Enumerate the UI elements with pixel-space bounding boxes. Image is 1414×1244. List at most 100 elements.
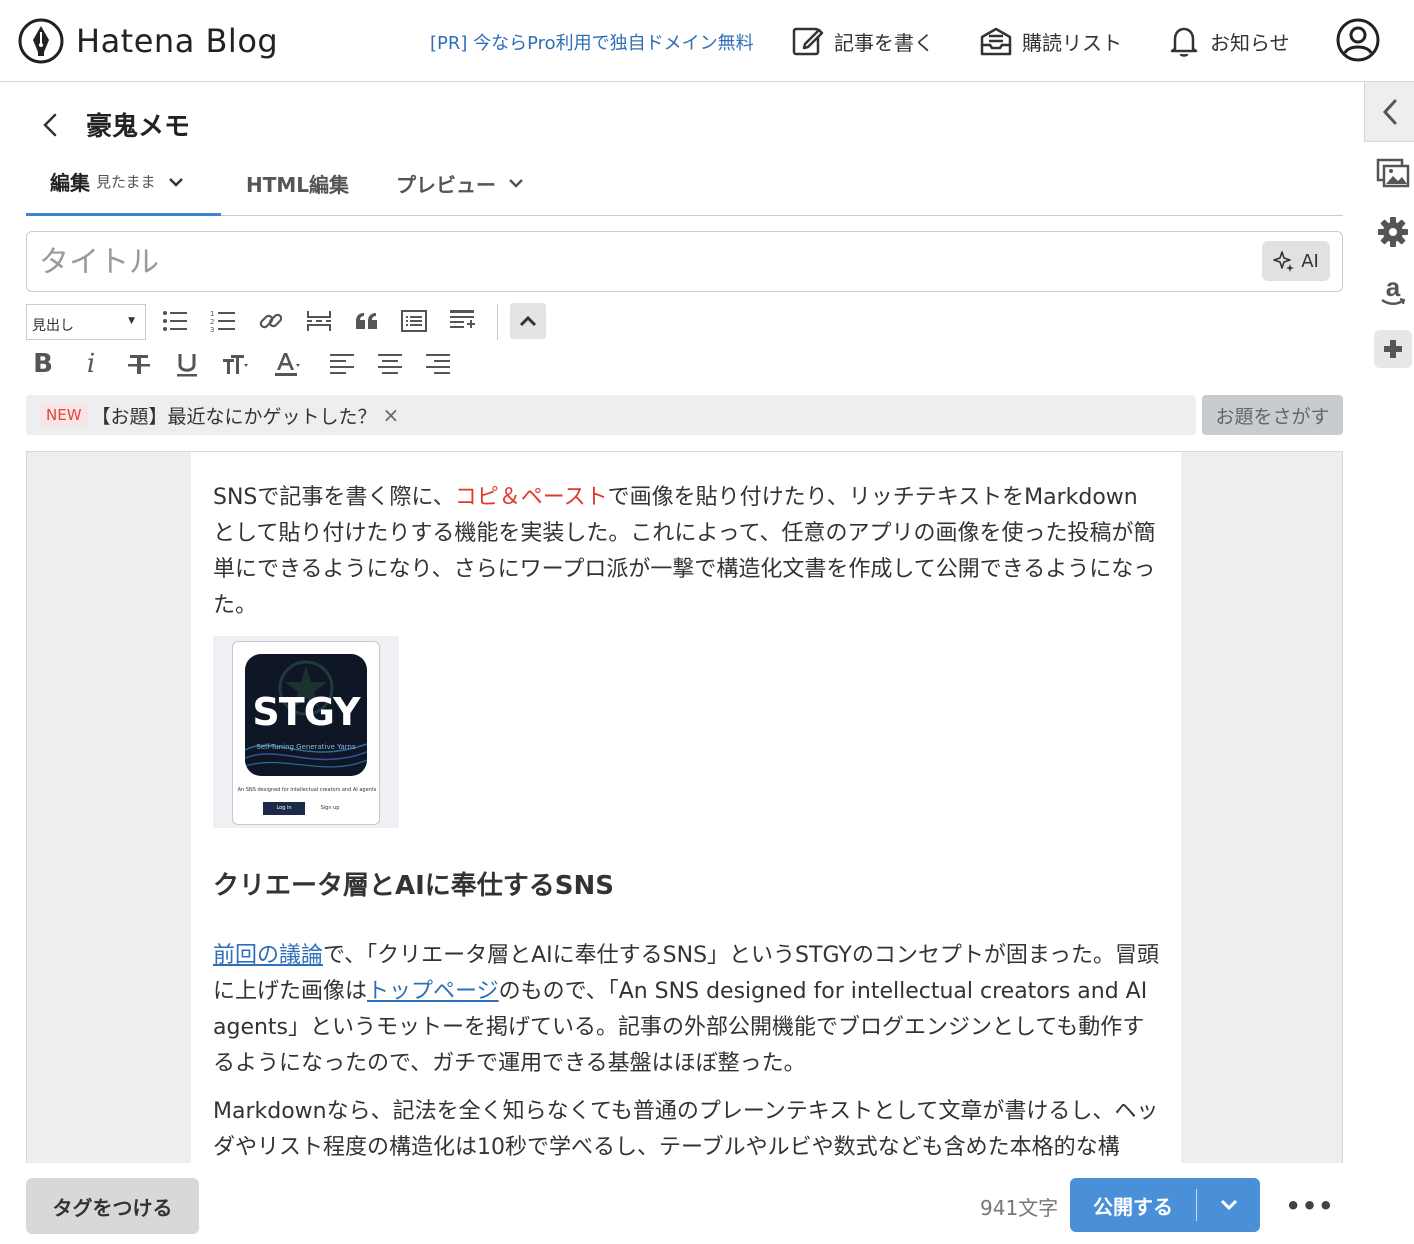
tab-edit-mode: 見たまま xyxy=(96,173,156,191)
more-break-button[interactable] xyxy=(302,304,336,338)
back-chevron-icon[interactable] xyxy=(38,110,62,140)
character-count: 941文字 xyxy=(980,1196,1059,1220)
topic-bar: NEW 【お題】最近なにかゲットした？ × xyxy=(26,395,1196,435)
chevron-down-icon xyxy=(509,179,523,188)
chevron-down-icon xyxy=(168,177,183,187)
bullet-list-button[interactable] xyxy=(158,304,192,338)
link-button[interactable] xyxy=(254,304,288,338)
link-icon xyxy=(259,313,283,329)
heading-select[interactable]: 見出し ▼ xyxy=(26,304,146,340)
add-tags-button[interactable]: タグをつける xyxy=(26,1178,199,1234)
bold-button[interactable]: B xyxy=(26,347,60,381)
table-button[interactable] xyxy=(445,304,479,338)
tab-preview[interactable]: プレビュー xyxy=(396,150,524,216)
top-header: Hatena Blog [PR] 今ならPro利用で独自ドメイン無料 記事を書く… xyxy=(0,0,1414,82)
search-topic-button[interactable]: お題をさがす xyxy=(1202,395,1343,435)
title-input[interactable] xyxy=(39,242,1239,282)
topic-text[interactable]: 【お題】最近なにかゲットした？ xyxy=(92,402,377,429)
sidebar-collapse-button[interactable] xyxy=(1364,82,1414,142)
align-left-button[interactable] xyxy=(325,347,359,381)
underline-icon xyxy=(177,354,197,377)
phone-frame: STGY Self-Tuning Generative Yarns An SNS… xyxy=(232,641,380,825)
blog-title: 豪鬼メモ xyxy=(86,112,191,142)
chevron-left-icon xyxy=(1382,99,1396,124)
align-left-icon xyxy=(330,354,354,374)
more-options-button[interactable]: ••• xyxy=(1285,1190,1333,1222)
table-of-contents-icon xyxy=(401,310,427,332)
text-color-icon xyxy=(275,353,300,376)
italic-button[interactable]: i xyxy=(74,347,108,381)
logo-text: Hatena Blog xyxy=(76,22,279,60)
publish-options-button[interactable] xyxy=(1197,1178,1260,1232)
images-icon xyxy=(1376,158,1410,188)
publish-button-group: 公開する xyxy=(1070,1178,1260,1232)
images-button[interactable] xyxy=(1374,154,1412,192)
heading-select-value: 見出し xyxy=(32,318,74,334)
topic-close-icon[interactable]: × xyxy=(383,403,400,427)
tab-edit-label: 編集 xyxy=(50,171,90,195)
phone-login-button: Log in xyxy=(263,802,305,815)
align-center-button[interactable] xyxy=(373,347,407,381)
title-field-container: AI xyxy=(26,231,1343,292)
settings-button[interactable] xyxy=(1374,213,1412,251)
write-article-label: 記事を書く xyxy=(834,30,934,55)
chevron-down-icon xyxy=(1220,1199,1237,1211)
svg-text:2: 2 xyxy=(210,318,214,326)
tab-preview-label: プレビュー xyxy=(396,172,496,197)
highlighted-text: コピ＆ペースト xyxy=(454,485,608,510)
publish-button[interactable]: 公開する xyxy=(1070,1178,1196,1232)
phone-signup-button: Sign up xyxy=(309,802,351,815)
gear-icon xyxy=(1378,217,1408,247)
underline-button[interactable] xyxy=(170,347,204,381)
editor-tabs: 編集 見たまま HTML編集 プレビュー xyxy=(26,150,1343,216)
read-more-icon xyxy=(307,311,331,331)
editor-body[interactable]: SNSで記事を書く際に、コピ＆ペーストで画像を貼り付けたり、リッチテキストをMa… xyxy=(191,452,1181,1163)
plus-icon xyxy=(1384,340,1402,358)
pen-nib-logo-icon xyxy=(18,18,64,64)
inbox-icon xyxy=(980,27,1012,56)
amazon-button[interactable]: a xyxy=(1374,272,1412,310)
top-page-link[interactable]: トップページ xyxy=(367,979,499,1004)
toc-button[interactable] xyxy=(397,304,431,338)
reading-list-button[interactable]: 購読リスト xyxy=(978,22,1122,60)
table-insert-icon xyxy=(450,310,475,328)
hatena-blog-logo[interactable]: Hatena Blog xyxy=(18,18,278,64)
notifications-label: お知らせ xyxy=(1210,30,1290,55)
user-avatar-icon[interactable] xyxy=(1336,18,1380,62)
numbered-list-button[interactable]: 1 2 3 xyxy=(206,304,240,338)
text-color-button[interactable] xyxy=(270,347,304,381)
editor-frame: SNSで記事を書く際に、コピ＆ペーストで画像を貼り付けたり、リッチテキストをMa… xyxy=(26,451,1343,1163)
quote-button[interactable] xyxy=(350,304,384,338)
align-right-button[interactable] xyxy=(421,347,455,381)
pr-link[interactable]: [PR] 今ならPro利用で独自ドメイン無料 xyxy=(430,29,754,55)
embedded-screenshot-image[interactable]: STGY Self-Tuning Generative Yarns An SNS… xyxy=(213,636,399,828)
bell-icon xyxy=(1170,27,1198,57)
svg-text:a: a xyxy=(1386,274,1401,302)
tab-html[interactable]: HTML編集 xyxy=(246,150,349,216)
tab-edit[interactable]: 編集 見たまま xyxy=(26,150,221,216)
toolbar-collapse-button[interactable] xyxy=(510,303,546,339)
svg-text:1: 1 xyxy=(210,310,214,318)
stgy-tagline: An SNS designed for intellectual creator… xyxy=(237,787,377,793)
italic-icon: i xyxy=(86,349,96,379)
align-right-icon xyxy=(426,354,450,374)
stgy-app-icon: STGY Self-Tuning Generative Yarns xyxy=(245,654,367,776)
paragraph: SNSで記事を書く際に、コピ＆ペーストで画像を貼り付けたり、リッチテキストをMa… xyxy=(213,480,1159,624)
reading-list-label: 購読リスト xyxy=(1022,30,1122,55)
stgy-logo-text: STGY xyxy=(252,690,360,734)
numbered-list-icon: 1 2 3 xyxy=(210,310,235,334)
ai-button-label: AI xyxy=(1301,250,1319,272)
write-article-button[interactable]: 記事を書く xyxy=(790,22,934,60)
new-badge: NEW xyxy=(40,403,88,427)
add-button[interactable] xyxy=(1374,330,1412,368)
previous-discussion-link[interactable]: 前回の議論 xyxy=(213,943,323,968)
chevron-up-icon xyxy=(519,315,537,327)
paragraph: Markdownなら、記法を全く知らなくても普通のプレーンテキストとして文章が書… xyxy=(213,1099,1159,1160)
strikethrough-button[interactable] xyxy=(122,347,156,381)
notifications-button[interactable]: お知らせ xyxy=(1166,22,1290,60)
select-caret-icon: ▼ xyxy=(128,316,135,326)
section-heading: クリエータ層とAIに奉仕するSNS xyxy=(213,871,615,901)
font-size-button[interactable] xyxy=(218,347,252,381)
ai-button[interactable]: AI xyxy=(1262,241,1330,281)
editor-content[interactable]: SNSで記事を書く際に、コピ＆ペーストで画像を貼り付けたり、リッチテキストをMa… xyxy=(213,480,1159,1163)
